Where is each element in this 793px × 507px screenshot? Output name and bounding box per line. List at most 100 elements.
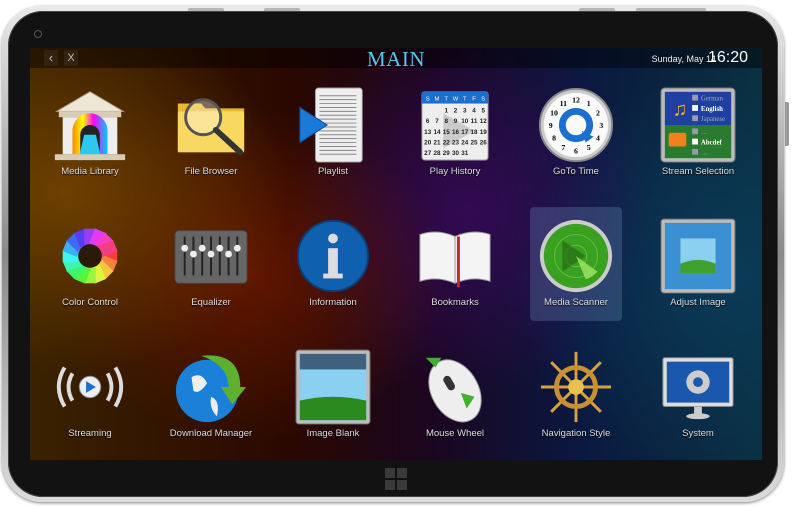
menu-tile-navigation-style[interactable]: Navigation Style: [530, 338, 622, 452]
menu-tile-label: Navigation Style: [541, 428, 611, 439]
calendar-date: 1: [444, 107, 448, 114]
adjust-image-icon: [659, 217, 737, 295]
menu-tile-streaming[interactable]: Streaming: [44, 338, 136, 452]
stream-option: …: [701, 129, 708, 136]
windows-home-button[interactable]: [385, 468, 407, 490]
menu-tile-download-manager[interactable]: Download Manager: [165, 338, 257, 452]
calendar-day-header: S: [481, 97, 485, 103]
calendar-date: 16: [452, 129, 460, 136]
radar-icon: [537, 217, 615, 295]
menu-tile-label: Playlist: [317, 166, 349, 177]
menu-tile-label: Image Blank: [306, 428, 360, 439]
info-icon: [294, 217, 372, 295]
menu-tile-label: File Browser: [184, 166, 238, 177]
menu-tile-bookmarks[interactable]: Bookmarks: [409, 207, 501, 321]
calendar-date: 24: [461, 140, 469, 147]
calendar-date: 10: [461, 118, 469, 125]
calendar-date: 11: [471, 118, 478, 125]
calendar-date: 30: [452, 150, 460, 157]
mouse-wheel-icon: [416, 348, 494, 426]
menu-tile-equalizer[interactable]: Equalizer: [165, 207, 257, 321]
menu-tile-play-history[interactable]: S M T W T F S 1 2 3 4 5 6 7 8 9 10 11 12 13 14 15 16 17 18 19 20 21…: [409, 76, 501, 190]
calendar-day-header: M: [435, 97, 440, 103]
clock-number: 6: [574, 146, 578, 155]
menu-tile-media-scanner[interactable]: Media Scanner: [530, 207, 622, 321]
menu-tile-information[interactable]: Information: [287, 207, 379, 321]
camera: [34, 30, 42, 38]
calendar-date: 29: [443, 150, 451, 157]
menu-tile-label: Stream Selection: [661, 166, 735, 177]
stream-checkbox: [692, 148, 698, 155]
menu-tile-goto-time[interactable]: 12 1 2 3 4 5 6 7 8 9 10 11 GoTo Time: [530, 76, 622, 190]
calendar-date: 3: [463, 107, 467, 114]
clock-number: 9: [549, 121, 553, 130]
menu-tile-label: Mouse Wheel: [425, 428, 485, 439]
monitor-gear-icon: [659, 348, 737, 426]
calendar-date: 14: [433, 129, 441, 136]
stream-checkbox: [692, 115, 698, 122]
menu-tile-label: Equalizer: [191, 297, 231, 308]
calendar-date: 28: [433, 150, 441, 157]
stream-option: German: [701, 96, 724, 103]
calendar-date: 23: [452, 140, 460, 147]
stream-checkbox: [692, 94, 698, 101]
stream-checkbox: [692, 138, 698, 145]
clock-number: 11: [560, 99, 567, 108]
date-label: Sunday, May 14: [651, 54, 716, 64]
side-button[interactable]: [785, 102, 789, 146]
menu-tile-label: Streaming: [68, 428, 112, 439]
calendar-day-header: S: [426, 97, 430, 103]
top-bar: ‹ X MAIN Sunday, May 14 16:20: [30, 48, 762, 71]
calendar-date: 21: [433, 140, 441, 147]
menu-tile-label: Media Scanner: [544, 297, 608, 308]
menu-tile-label: Play History: [429, 166, 481, 177]
calendar-day-header: W: [453, 97, 459, 103]
calendar-date: 5: [482, 107, 486, 114]
screen: ‹ X MAIN Sunday, May 14 16:20 Media Libr…: [30, 48, 762, 460]
calendar-date: 7: [435, 118, 439, 125]
menu-tile-media-library[interactable]: Media Library: [44, 76, 136, 190]
folder-magnifier-icon: [172, 86, 250, 164]
menu-tile-adjust-image[interactable]: Adjust Image: [652, 207, 744, 321]
menu-tile-playlist[interactable]: Playlist: [287, 76, 379, 190]
stream-checkbox: [692, 105, 698, 111]
menu-tile-file-browser[interactable]: File Browser: [165, 76, 257, 190]
stream-option: English: [701, 106, 723, 113]
image-blank-icon: [294, 348, 372, 426]
globe-download-icon: [172, 348, 250, 426]
color-wheel-icon: [51, 217, 129, 295]
stream-selection-icon: ♫ German English Japanese… Abcdef…: [659, 86, 737, 164]
temple-film-icon: [51, 86, 129, 164]
clock-number: 10: [550, 108, 558, 117]
menu-tile-image-blank[interactable]: Image Blank: [287, 338, 379, 452]
stream-option: Abcdef: [701, 140, 723, 147]
menu-tile-stream-selection[interactable]: ♫ German English Japanese … Abcdef … Stream Sel…: [652, 76, 744, 190]
menu-tile-system[interactable]: System: [652, 338, 744, 452]
svg-text:♫: ♫: [673, 98, 688, 120]
calendar-date: 18: [470, 129, 478, 136]
menu-tile-label: GoTo Time: [553, 166, 599, 177]
calendar-day-header: F: [472, 97, 476, 103]
menu-tile-label: Media Library: [61, 166, 119, 177]
calendar-date: 13: [424, 129, 432, 136]
clock-number: 2: [596, 108, 600, 117]
stream-option: Japanese: [701, 116, 725, 123]
clock-number: 8: [552, 134, 556, 143]
stream-checkbox: [692, 128, 698, 135]
clock-number: 7: [561, 143, 565, 152]
ship-wheel-icon: [537, 348, 615, 426]
equalizer-icon: [172, 217, 250, 295]
calendar-icon: S M T W T F S 1 2 3 4 5 6 7 8 9 10 11 12 13 14 15 16 17 18 19 20 21…: [416, 86, 494, 164]
calendar-date: 26: [480, 140, 488, 147]
calendar-date: 8: [444, 118, 448, 125]
menu-tile-label: System: [682, 428, 714, 439]
calendar-date: 6: [426, 118, 430, 125]
menu-tile-label: Bookmarks: [431, 297, 479, 308]
menu-tile-mouse-wheel[interactable]: Mouse Wheel: [409, 338, 501, 452]
calendar-date: 27: [424, 150, 432, 157]
menu-tile-color-control[interactable]: Color Control: [44, 207, 136, 321]
calendar-date: 2: [454, 107, 458, 114]
clock-number: 3: [599, 121, 603, 130]
calendar-date: 25: [470, 140, 478, 147]
clock-number: 5: [587, 143, 591, 152]
